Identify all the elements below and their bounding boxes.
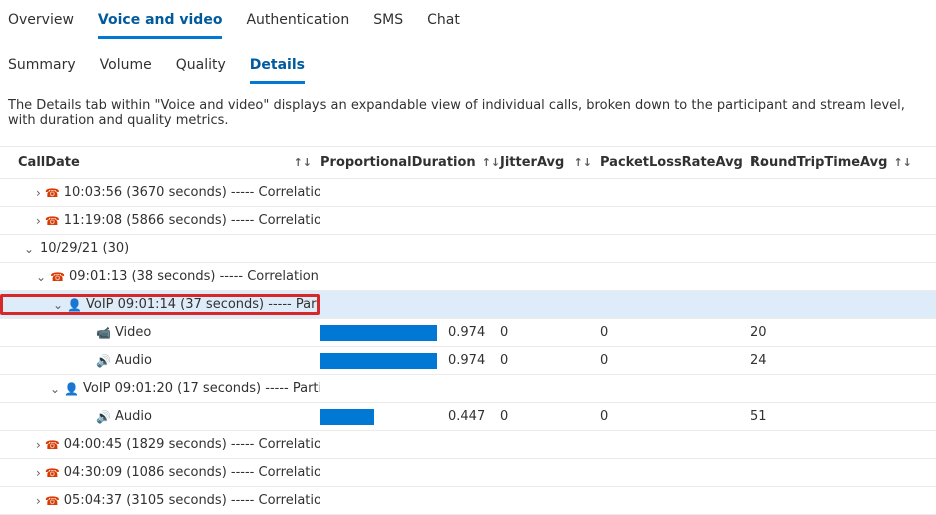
duration-value: 0.974 [448,353,485,368]
person-icon: 👤 [64,382,79,396]
subtab-volume[interactable]: Volume [100,53,152,84]
table-row[interactable]: ⌄ ☎ 09:01:13 (38 seconds) ----- Correlati… [0,263,936,291]
table-row[interactable]: ⌄ 👤 VoIP 09:01:14 (37 seconds) ----- Part… [0,291,936,319]
chevron-right-icon[interactable]: › [36,214,41,228]
row-label: VoIP 09:01:20 (17 seconds) ----- Partici… [83,381,320,396]
chevron-down-icon[interactable]: ⌄ [50,382,60,396]
chevron-down-icon[interactable]: ⌄ [22,242,36,256]
phone-icon: ☎ [45,466,60,480]
table-row[interactable]: › ☎ 04:30:09 (1086 seconds) ----- Correla… [0,459,936,487]
row-label: Audio [115,409,152,424]
row-label: Audio [115,353,152,368]
row-label: VoIP 09:01:14 (37 seconds) ----- Partici… [86,297,320,312]
table-row[interactable]: ⌄ 10/29/21 (30) [0,235,936,263]
phone-icon: ☎ [45,494,60,508]
tab-authentication[interactable]: Authentication [246,8,349,39]
col-jitter-label[interactable]: JitterAvg [500,155,564,170]
chevron-down-icon[interactable]: ⌄ [36,270,46,284]
table-row[interactable]: ⌄ 👤 VoIP 09:01:20 (17 seconds) ----- Part… [0,375,936,403]
subtab-quality[interactable]: Quality [176,53,226,84]
col-calldate-sort-icon[interactable]: ↑↓ [294,156,312,169]
col-calldate-label[interactable]: CallDate [18,155,80,170]
phone-icon: ☎ [45,438,60,452]
secondary-tabs: Summary Volume Quality Details [0,39,936,84]
table-row[interactable]: › ☎ 04:00:45 (1829 seconds) ----- Correla… [0,431,936,459]
col-duration-sort-icon[interactable]: ↑↓ [482,156,500,169]
audio-icon: 🔊 [96,354,111,368]
duration-value: 0.447 [448,409,485,424]
duration-bar [320,353,440,369]
col-rtt-label[interactable]: RoundTripTimeAvg [750,155,887,170]
video-icon: 📹 [96,326,111,340]
jitter-value: 0 [500,409,600,424]
person-icon: 👤 [67,298,82,312]
jitter-value: 0 [500,353,600,368]
subtab-details[interactable]: Details [250,53,305,84]
phone-icon: ☎ [50,270,65,284]
row-label: 10/29/21 (30) [40,241,129,256]
rtt-value: 20 [750,325,918,340]
chevron-right-icon[interactable]: › [36,466,41,480]
col-rtt-sort-icon[interactable]: ↑↓ [893,156,911,169]
tab-voice-and-video[interactable]: Voice and video [98,8,223,39]
rtt-value: 24 [750,353,918,368]
tab-chat[interactable]: Chat [427,8,460,39]
chevron-down-icon[interactable]: ⌄ [53,298,63,312]
row-label: 10:03:56 (3670 seconds) ----- Correlatio… [64,185,320,200]
duration-bar [320,409,440,425]
chevron-right-icon[interactable]: › [36,438,41,452]
table-row[interactable]: › ☎ 10:03:56 (3670 seconds) ----- Correla… [0,179,936,207]
row-label: 09:01:13 (38 seconds) ----- CorrelationI… [69,269,320,284]
subtab-summary[interactable]: Summary [8,53,76,84]
row-label: 04:00:45 (1829 seconds) ----- Correlatio… [64,437,320,452]
table-row[interactable]: › ☎ 11:19:08 (5866 seconds) ----- Correla… [0,207,936,235]
col-jitter-sort-icon[interactable]: ↑↓ [574,156,592,169]
phone-icon: ☎ [45,186,60,200]
table-row[interactable]: 📹 Video0.9740020 [0,319,936,347]
row-label: 05:04:37 (3105 seconds) ----- Correlatio… [64,493,320,508]
row-label: 11:19:08 (5866 seconds) ----- Correlatio… [64,213,320,228]
packet-loss-value: 0 [600,409,750,424]
calls-grid: CallDate ↑↓ ProportionalDuration ↑↓ Jitt… [0,146,936,515]
col-duration-label[interactable]: ProportionalDuration [320,155,476,170]
duration-bar [320,325,440,341]
col-loss-label[interactable]: PacketLossRateAvg [600,155,743,170]
table-row[interactable]: 🔊 Audio0.9740024 [0,347,936,375]
jitter-value: 0 [500,325,600,340]
chevron-right-icon[interactable]: › [36,494,41,508]
rtt-value: 51 [750,409,918,424]
duration-value: 0.974 [448,325,485,340]
table-row[interactable]: › ☎ 05:04:37 (3105 seconds) ----- Correla… [0,487,936,515]
row-label: 04:30:09 (1086 seconds) ----- Correlatio… [64,465,320,480]
tab-description: The Details tab within "Voice and video"… [0,84,936,146]
tab-overview[interactable]: Overview [8,8,74,39]
row-label: Video [115,325,151,340]
phone-icon: ☎ [45,214,60,228]
chevron-right-icon[interactable]: › [36,186,41,200]
table-row[interactable]: 🔊 Audio0.4470051 [0,403,936,431]
primary-tabs: Overview Voice and video Authentication SMS… [0,0,936,39]
tab-sms[interactable]: SMS [373,8,403,39]
packet-loss-value: 0 [600,325,750,340]
grid-header: CallDate ↑↓ ProportionalDuration ↑↓ Jitt… [0,146,936,179]
packet-loss-value: 0 [600,353,750,368]
audio-icon: 🔊 [96,410,111,424]
